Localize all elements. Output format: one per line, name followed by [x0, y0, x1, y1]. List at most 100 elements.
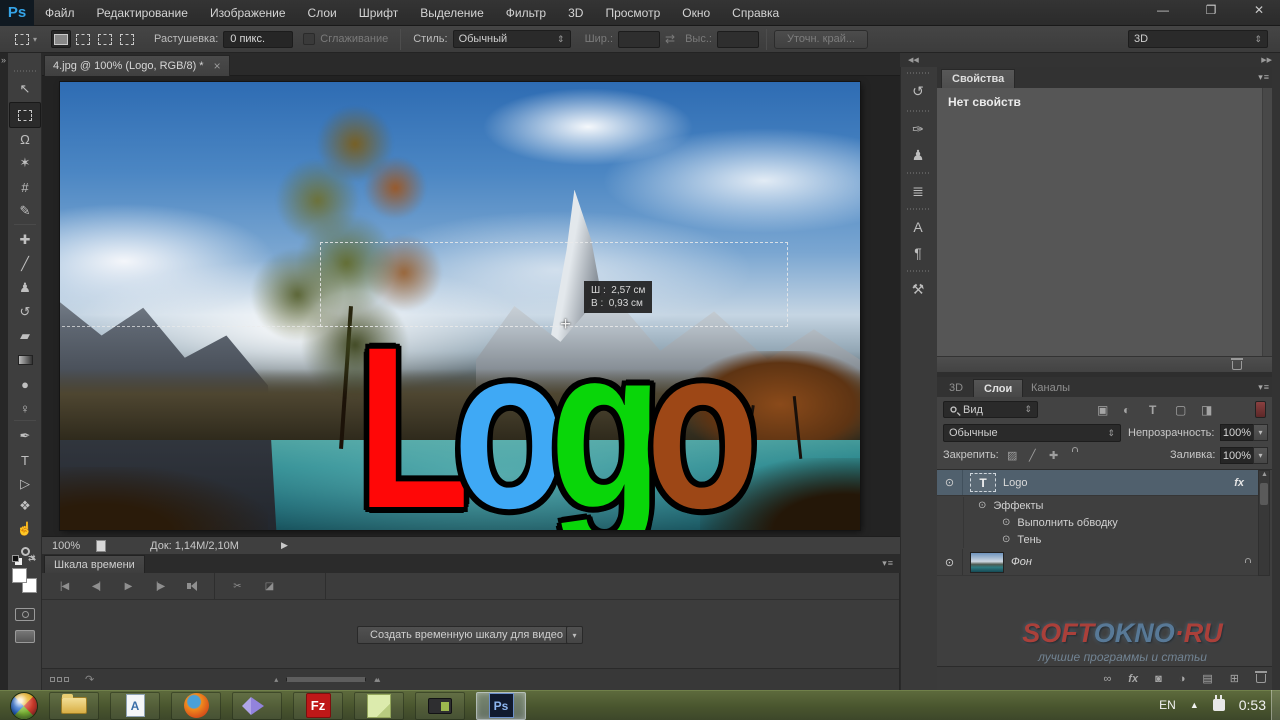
minimize-button[interactable]: —	[1150, 3, 1176, 17]
restore-button[interactable]: ❐	[1198, 3, 1224, 17]
play-button[interactable]: ▶	[112, 581, 144, 592]
layer-filter-toggle[interactable]	[1255, 401, 1266, 418]
rectangular-marquee-tool[interactable]	[9, 102, 41, 128]
hidden-icons-arrow[interactable]: ▲	[1190, 700, 1199, 710]
path-selection-tool[interactable]: ▷	[11, 473, 39, 495]
history-brush-tool[interactable]: ↺	[11, 301, 39, 323]
tab-layers[interactable]: Слои	[973, 379, 1024, 397]
text-layer-thumbnail[interactable]: T	[970, 473, 996, 492]
healing-brush-tool[interactable]: ✚	[11, 229, 39, 251]
tab-channels[interactable]: Каналы	[1021, 379, 1080, 397]
type-tool[interactable]: T	[11, 449, 39, 471]
filter-pixel-layers-icon[interactable]: ▣	[1097, 403, 1108, 417]
menu-view[interactable]: Просмотр	[594, 0, 671, 26]
visibility-eye-icon[interactable]: ⊙	[937, 549, 963, 575]
start-button[interactable]	[10, 691, 38, 720]
custom-shape-tool[interactable]: ❖	[11, 495, 39, 517]
taskbar-kmplayer-button[interactable]	[232, 691, 282, 720]
lock-position-icon[interactable]: ✚	[1049, 449, 1058, 462]
lasso-tool[interactable]: Ω	[11, 128, 39, 150]
layer-row-logo[interactable]: ⊙ T Logo fx	[937, 470, 1258, 496]
timeline-zoom-out-icon[interactable]: ▴	[274, 675, 278, 684]
tool-presets-panel-icon[interactable]: ⚒	[903, 276, 933, 302]
layers-scrollbar[interactable]: ▲	[1258, 470, 1270, 576]
layer-effects-badge[interactable]: fx	[1234, 477, 1244, 489]
power-plug-icon[interactable]	[1212, 695, 1225, 711]
properties-tab[interactable]: Свойства	[941, 69, 1016, 88]
flowline-icon[interactable]: ↷	[85, 673, 94, 686]
menu-file[interactable]: Файл	[34, 0, 86, 26]
visibility-eye-icon[interactable]: ⊙	[1002, 517, 1010, 528]
timeline-panel-menu-icon[interactable]: ▾≡	[882, 558, 894, 569]
menu-3d[interactable]: 3D	[557, 0, 594, 26]
close-button[interactable]: ✕	[1246, 3, 1272, 17]
delete-layer-icon[interactable]	[1255, 671, 1267, 683]
quick-mask-button[interactable]	[15, 608, 35, 621]
document-tab[interactable]: 4.jpg @ 100% (Logo, RGB/8) * ×	[44, 55, 230, 76]
visibility-eye-icon[interactable]: ⊙	[937, 470, 963, 495]
opacity-dropdown-icon[interactable]: ▾	[1253, 424, 1268, 441]
filter-shape-layers-icon[interactable]: ▢	[1175, 403, 1186, 417]
visibility-eye-icon[interactable]: ⊙	[1002, 534, 1010, 545]
screen-mode-button[interactable]	[15, 630, 35, 643]
menu-window[interactable]: Окно	[671, 0, 721, 26]
next-frame-button[interactable]: |▶	[144, 581, 176, 592]
hand-tool[interactable]: ☝	[11, 518, 39, 540]
blend-mode-select[interactable]: Обычные ⇕	[943, 424, 1121, 442]
fill-dropdown-icon[interactable]: ▾	[1253, 447, 1268, 464]
create-video-timeline-button[interactable]: Создать временную шкалу для видео	[357, 626, 577, 644]
dock-gripper[interactable]	[907, 172, 929, 174]
menu-image[interactable]: Изображение	[199, 0, 297, 26]
brush-presets-panel-icon[interactable]: ✑	[903, 116, 933, 142]
taskbar-wordpad-button[interactable]: A	[110, 691, 160, 720]
taskbar-clock[interactable]: 0:53	[1239, 697, 1266, 713]
collapse-panels-icon[interactable]: ▶▶	[1261, 56, 1272, 64]
selection-marquee[interactable]	[320, 242, 788, 327]
dock-gripper[interactable]	[907, 72, 929, 74]
properties-panel-menu-icon[interactable]: ▾≡	[1258, 72, 1270, 83]
workspace-select[interactable]: 3D ⇕	[1128, 30, 1268, 48]
scroll-up-icon[interactable]: ▲	[1261, 471, 1268, 478]
width-input[interactable]	[618, 30, 661, 48]
link-layers-icon[interactable]: ∞	[1103, 673, 1111, 685]
layer-mask-icon[interactable]: ◙	[1155, 673, 1162, 685]
measurement-log-panel-icon[interactable]: ≣	[903, 178, 933, 204]
layer-name[interactable]: Logo	[1003, 477, 1027, 489]
scrollbar-thumb[interactable]	[1260, 483, 1268, 505]
collapse-dock-icon[interactable]: ◀◀	[908, 56, 919, 64]
menu-filter[interactable]: Фильтр	[495, 0, 557, 26]
selection-subtract-button[interactable]	[95, 30, 115, 48]
shadow-effect-row[interactable]: ⊙ Тень	[963, 531, 1258, 548]
foreground-color-swatch[interactable]	[12, 568, 27, 583]
magic-wand-tool[interactable]: ✶	[11, 152, 39, 174]
properties-scrollbar[interactable]	[1262, 88, 1272, 356]
new-layer-icon[interactable]: ⊞	[1230, 672, 1239, 685]
layer-name[interactable]: Фон	[1011, 556, 1032, 568]
character-panel-icon[interactable]: A	[903, 214, 933, 240]
taskbar-filezilla-button[interactable]: Fz	[293, 691, 343, 720]
default-colors-icon[interactable]	[12, 555, 19, 562]
pen-tool[interactable]: ✒	[11, 425, 39, 447]
document-tab-close-icon[interactable]: ×	[214, 59, 221, 73]
selection-new-button[interactable]	[51, 30, 72, 48]
adjustment-layer-icon[interactable]: ◑	[1179, 673, 1186, 685]
feather-input[interactable]: 0 пикс.	[223, 30, 294, 48]
selection-add-button[interactable]	[73, 30, 93, 48]
logo-text-layer[interactable]: Logo	[357, 313, 759, 531]
style-select[interactable]: Обычный ⇕	[452, 30, 571, 48]
height-input[interactable]	[716, 30, 759, 48]
menu-select[interactable]: Выделение	[409, 0, 495, 26]
taskbar-recorder-button[interactable]	[415, 691, 465, 720]
taskbar-explorer-button[interactable]	[49, 691, 99, 720]
zoom-level-field[interactable]: 100%	[52, 540, 80, 552]
refine-edge-button[interactable]: Уточн. край...	[773, 29, 869, 49]
opacity-value[interactable]: 100%	[1220, 424, 1254, 441]
tool-preset-dropdown-icon[interactable]: ▾	[33, 35, 37, 44]
language-indicator[interactable]: EN	[1159, 698, 1176, 712]
layer-filter-kind-select[interactable]: Вид ⇕	[943, 401, 1038, 418]
antialias-checkbox[interactable]	[303, 33, 316, 45]
layer-row-background[interactable]: ⊙ Фон	[937, 549, 1258, 576]
selection-intersect-button[interactable]	[117, 30, 137, 48]
tool-preset-icon[interactable]	[12, 30, 32, 48]
move-tool[interactable]: ↖	[11, 78, 39, 100]
